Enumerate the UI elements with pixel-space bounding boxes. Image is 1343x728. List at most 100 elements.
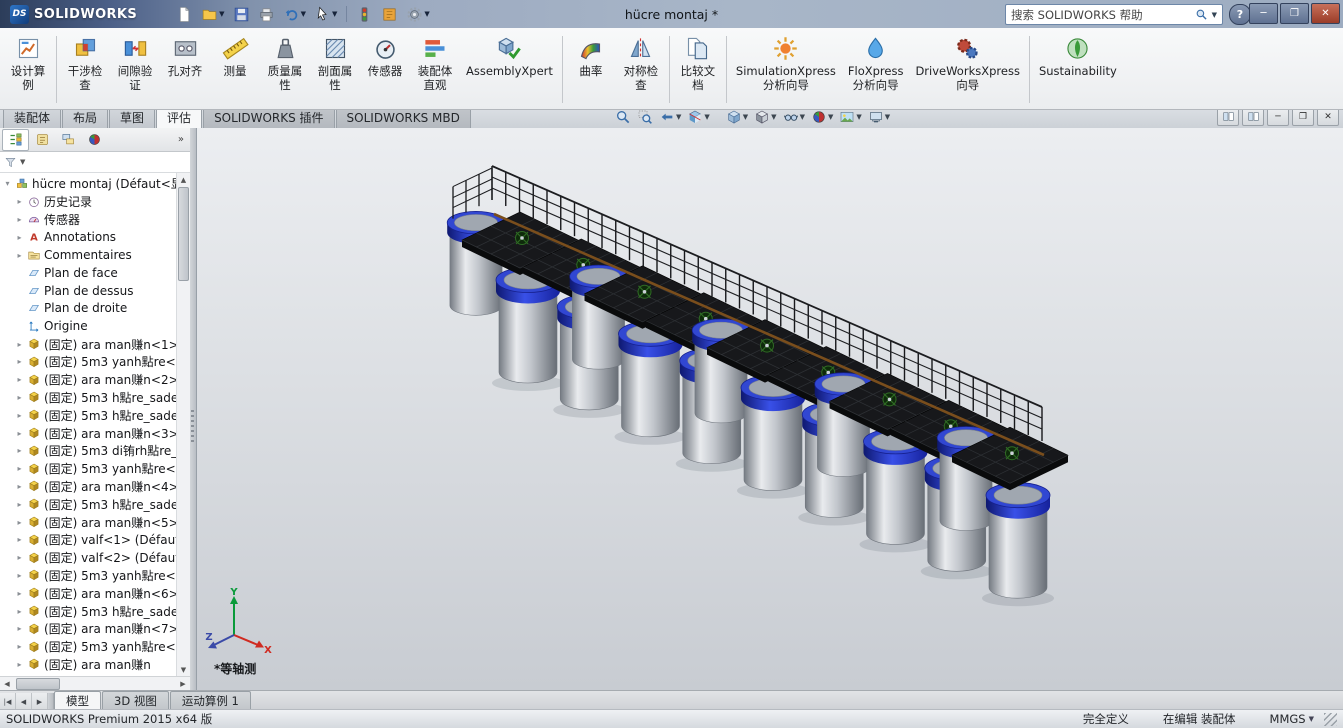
tree-item-component[interactable]: ▸ (固定) 5m3 h點re_sade: [0, 602, 177, 620]
design-study-button[interactable]: 设计算 例: [3, 31, 53, 108]
tree-item-component[interactable]: ▸ (固定) ara man赚n<3>: [0, 424, 177, 442]
hole-alignment-button[interactable]: 孔对齐: [160, 31, 210, 108]
hide-show-items-button[interactable]: ▼: [780, 107, 808, 127]
print-button[interactable]: [255, 3, 278, 25]
tree-horizontal-scrollbar[interactable]: ◀ ▶: [0, 676, 190, 691]
options-button[interactable]: ▼: [403, 3, 432, 25]
tab-motion-study-1[interactable]: 运动算例 1: [169, 691, 251, 710]
tree-item-sensors[interactable]: ▸ 传感器: [0, 211, 177, 229]
expand-icon[interactable]: ▸: [15, 429, 24, 438]
tree-item-component[interactable]: ▸ (固定) 5m3 yanh點re<1: [0, 353, 177, 371]
splitter-handle[interactable]: [191, 409, 194, 444]
featuremanager-tab[interactable]: [2, 128, 29, 151]
panel-splitter[interactable]: [190, 128, 197, 691]
tree-item-component[interactable]: ▸ (固定) 5m3 di铕rh點re_: [0, 442, 177, 460]
tree-item-component[interactable]: ▸ (固定) 5m3 yanh點re<2: [0, 460, 177, 478]
tree-item-history[interactable]: ▸ 历史记录: [0, 193, 177, 211]
tree-item-component[interactable]: ▸ (固定) ara man赚n<6>: [0, 584, 177, 602]
displaymanager-tab[interactable]: [82, 130, 107, 150]
display-style-button[interactable]: ▼: [751, 107, 779, 127]
tab-scroll-left-button[interactable]: ◀: [16, 693, 32, 710]
sustainability-button[interactable]: Sustainability: [1033, 31, 1123, 108]
scroll-left-arrow[interactable]: ◀: [0, 678, 14, 691]
tree-item-front-plane[interactable]: Plan de face: [0, 264, 177, 282]
tree-item-component[interactable]: ▸ (固定) valf<1> (Défaut: [0, 531, 177, 549]
assembly-visualization-button[interactable]: 装配体 直观: [410, 31, 460, 108]
expand-icon[interactable]: ▸: [15, 553, 24, 562]
expand-icon[interactable]: ▸: [15, 500, 24, 509]
expand-icon[interactable]: ▸: [15, 251, 24, 260]
previous-view-button[interactable]: ▼: [656, 107, 684, 127]
assembly-3d-model[interactable]: [196, 128, 1343, 691]
simulationxpress-wizard-button[interactable]: SimulationXpress 分析向导: [730, 31, 842, 108]
tab-scroll-first-button[interactable]: |◀: [0, 693, 16, 710]
curvature-button[interactable]: 曲率: [566, 31, 616, 108]
chevron-down-icon[interactable]: ▼: [20, 158, 25, 166]
tree-item-component[interactable]: ▸ (固定) 5m3 h點re_sade: [0, 389, 177, 407]
tree-item-right-plane[interactable]: Plan de droite: [0, 300, 177, 318]
mass-properties-button[interactable]: 质量属 性: [260, 31, 310, 108]
expand-icon[interactable]: ▸: [15, 411, 24, 420]
expand-icon[interactable]: ▸: [15, 518, 24, 527]
expand-icon[interactable]: ▸: [15, 464, 24, 473]
apply-scene-button[interactable]: ▼: [836, 107, 864, 127]
scroll-up-arrow[interactable]: ▲: [177, 173, 190, 186]
scroll-down-arrow[interactable]: ▼: [177, 663, 190, 676]
expand-icon[interactable]: ▸: [15, 535, 24, 544]
tree-item-root[interactable]: ▾ hücre montaj (Défaut<显: [0, 175, 177, 193]
search-box[interactable]: 搜索 SOLIDWORKS 帮助 ▼: [1005, 4, 1223, 25]
file-properties-button[interactable]: [378, 3, 401, 25]
zoom-area-button[interactable]: [634, 107, 656, 127]
expand-icon[interactable]: ▸: [15, 233, 24, 242]
help-button[interactable]: ?: [1229, 4, 1251, 25]
tree-item-component[interactable]: ▸ (固定) 5m3 yanh點re<4: [0, 638, 177, 656]
new-document-button[interactable]: [173, 3, 196, 25]
tree-item-top-plane[interactable]: Plan de dessus: [0, 282, 177, 300]
expand-icon[interactable]: ▸: [15, 660, 24, 669]
assemblyxpert-button[interactable]: AssemblyXpert: [460, 31, 559, 108]
view-settings-button[interactable]: ▼: [865, 107, 893, 127]
compare-documents-button[interactable]: 比较文 档: [673, 31, 723, 108]
driveworksxpress-wizard-button[interactable]: DriveWorksXpress 向导: [909, 31, 1025, 108]
expand-icon[interactable]: ▾: [3, 179, 12, 188]
floxpress-wizard-button[interactable]: FloXpress 分析向导: [842, 31, 910, 108]
select-tool-button[interactable]: ▼: [311, 3, 340, 25]
tree-item-component[interactable]: ▸ (固定) ara man赚n<2>: [0, 371, 177, 389]
expand-icon[interactable]: ▸: [15, 571, 24, 580]
resize-grip[interactable]: [1324, 712, 1337, 726]
expand-icon[interactable]: ▸: [15, 215, 24, 224]
chevron-down-icon[interactable]: ▼: [1212, 11, 1217, 19]
tree-item-component[interactable]: ▸ (固定) ara man赚n<5>: [0, 513, 177, 531]
scrollbar-thumb[interactable]: [178, 187, 189, 281]
close-button[interactable]: ✕: [1311, 3, 1340, 24]
expand-icon[interactable]: ▸: [15, 607, 24, 616]
interference-detection-button[interactable]: 干涉检 查: [60, 31, 110, 108]
tab-model[interactable]: 模型: [54, 691, 101, 710]
tree-item-component[interactable]: ▸ (固定) 5m3 yanh點re<3: [0, 567, 177, 585]
expand-icon[interactable]: ▸: [15, 446, 24, 455]
filter-funnel-icon[interactable]: [4, 156, 17, 169]
panel-expand-chevron[interactable]: »: [174, 134, 188, 145]
expand-icon[interactable]: ▸: [15, 624, 24, 633]
configurationmanager-tab[interactable]: [56, 130, 81, 150]
clearance-verification-button[interactable]: 间隙验 证: [110, 31, 160, 108]
tree-item-component[interactable]: ▸ (固定) ara man赚n: [0, 656, 177, 674]
tree-item-component[interactable]: ▸ (固定) valf<2> (Défaut: [0, 549, 177, 567]
scrollbar-thumb[interactable]: [16, 678, 60, 690]
propertymanager-tab[interactable]: [30, 130, 55, 150]
tree-item-comments[interactable]: ▸ Commentaires: [0, 246, 177, 264]
tree-item-component[interactable]: ▸ (固定) ara man赚n<7>: [0, 620, 177, 638]
save-button[interactable]: [230, 3, 253, 25]
tree-item-component[interactable]: ▸ (固定) 5m3 h點re_sade: [0, 495, 177, 513]
expand-icon[interactable]: ▸: [15, 375, 24, 384]
expand-icon[interactable]: ▸: [15, 393, 24, 402]
expand-icon[interactable]: ▸: [15, 340, 24, 349]
units-dropdown[interactable]: MMGS ▼: [1270, 712, 1314, 726]
tab-3d-views[interactable]: 3D 视图: [102, 691, 169, 710]
tree-item-component[interactable]: ▸ (固定) ara man赚n<1>: [0, 335, 177, 353]
edit-appearance-button[interactable]: ▼: [808, 107, 836, 127]
zoom-fit-button[interactable]: [612, 107, 634, 127]
measure-button[interactable]: 测量: [210, 31, 260, 108]
maximize-button[interactable]: ❐: [1280, 3, 1309, 24]
symmetry-check-button[interactable]: 对称检 查: [616, 31, 666, 108]
